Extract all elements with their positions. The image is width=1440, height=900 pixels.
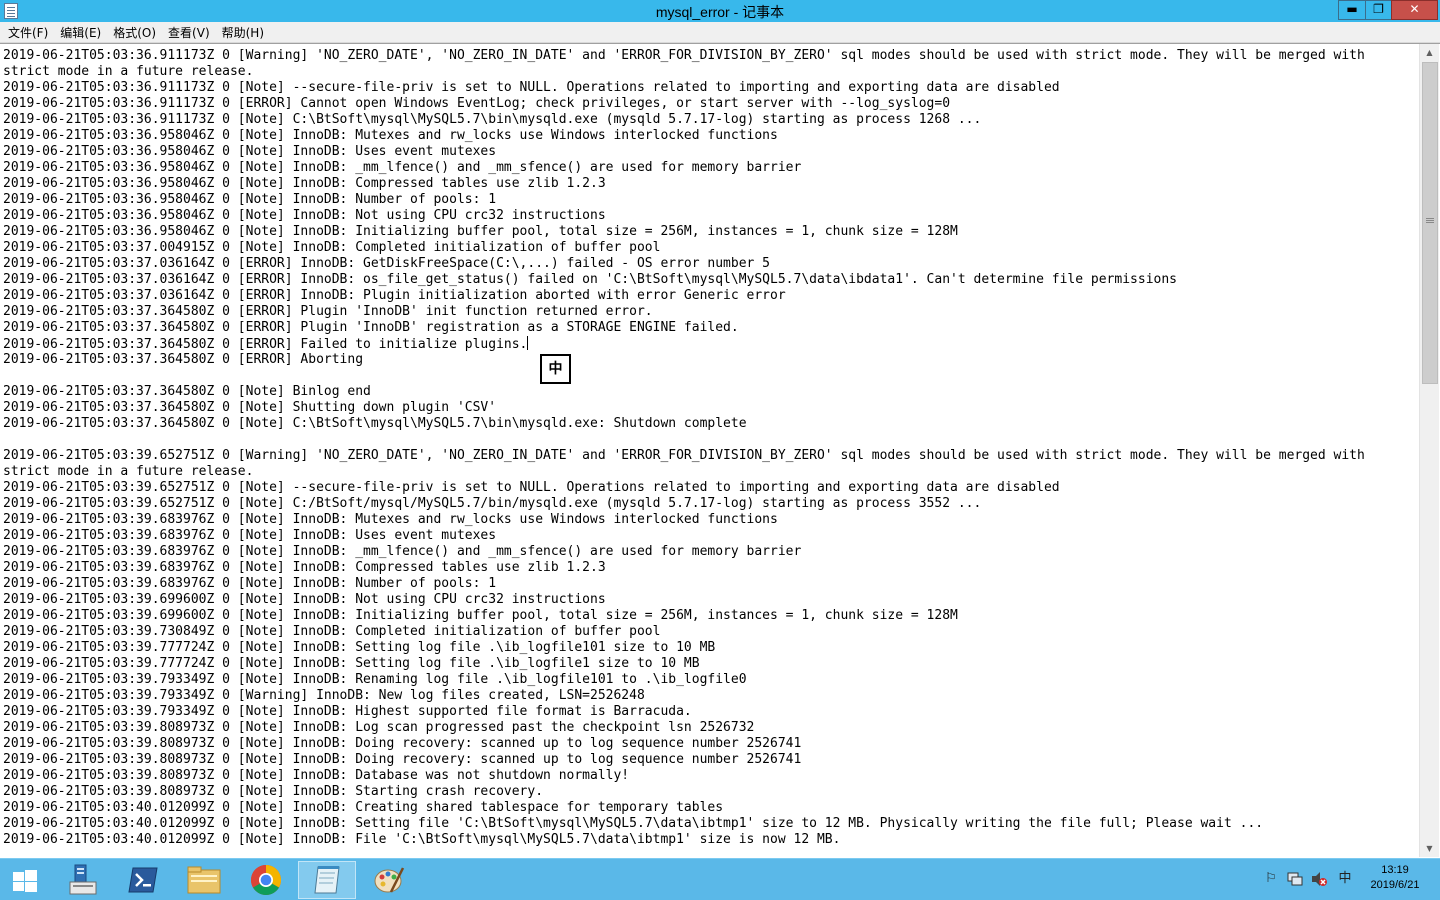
text-line[interactable]: strict mode in a future release. <box>3 64 1415 80</box>
text-line[interactable]: strict mode in a future release. <box>3 464 1415 480</box>
text-line[interactable]: 2019-06-21T05:03:39.652751Z 0 [Note] --s… <box>3 480 1415 496</box>
taskbar-notepad[interactable] <box>298 861 356 899</box>
ime-mode-indicator: 中 <box>540 354 571 384</box>
start-button[interactable] <box>0 861 50 899</box>
text-line[interactable]: 2019-06-21T05:03:39.683976Z 0 [Note] Inn… <box>3 528 1415 544</box>
text-line[interactable]: 2019-06-21T05:03:39.808973Z 0 [Note] Inn… <box>3 736 1415 752</box>
text-line[interactable]: 2019-06-21T05:03:39.808973Z 0 [Note] Inn… <box>3 720 1415 736</box>
text-line[interactable]: 2019-06-21T05:03:37.364580Z 0 [Note] Shu… <box>3 400 1415 416</box>
text-line[interactable]: 2019-06-21T05:03:36.958046Z 0 [Note] Inn… <box>3 160 1415 176</box>
text-content[interactable]: 2019-06-21T05:03:36.911173Z 0 [Warning] … <box>3 48 1415 854</box>
clock-date: 2019/6/21 <box>1370 879 1420 891</box>
menu-file[interactable]: 文件(F) <box>0 23 54 43</box>
editor-area[interactable]: 2019-06-21T05:03:36.911173Z 0 [Warning] … <box>0 43 1440 858</box>
window-title: mysql_error - 记事本 <box>655 4 785 20</box>
notepad-icon <box>314 866 340 894</box>
restore-icon: ❐ <box>1373 2 1384 16</box>
minimize-button[interactable]: ▬ <box>1338 0 1366 20</box>
text-line[interactable]: 2019-06-21T05:03:39.808973Z 0 [Note] Inn… <box>3 784 1415 800</box>
text-line[interactable]: 2019-06-21T05:03:39.808973Z 0 [Note] Inn… <box>3 768 1415 784</box>
chrome-icon <box>250 865 282 896</box>
input-method-indicator[interactable]: 中 <box>1337 871 1353 887</box>
text-line[interactable]: 2019-06-21T05:03:36.911173Z 0 [Warning] … <box>3 48 1415 64</box>
system-clock[interactable]: 13:19 2019/6/21 <box>1358 863 1432 893</box>
taskbar-powershell[interactable] <box>114 861 172 899</box>
text-line[interactable]: 2019-06-21T05:03:39.793349Z 0 [Warning] … <box>3 688 1415 704</box>
text-line[interactable]: 2019-06-21T05:03:36.958046Z 0 [Note] Inn… <box>3 208 1415 224</box>
text-line[interactable]: 2019-06-21T05:03:39.652751Z 0 [Note] C:/… <box>3 496 1415 512</box>
folder-icon <box>187 866 221 894</box>
text-line[interactable] <box>3 432 1415 448</box>
text-line[interactable]: 2019-06-21T05:03:40.012099Z 0 [Note] Inn… <box>3 800 1415 816</box>
text-line[interactable]: 2019-06-21T05:03:39.808973Z 0 [Note] Inn… <box>3 752 1415 768</box>
clock-time: 13:19 <box>1381 864 1409 876</box>
text-line[interactable]: 2019-06-21T05:03:37.004915Z 0 [Note] Inn… <box>3 240 1415 256</box>
close-icon: ✕ <box>1409 2 1420 16</box>
volume-muted-icon[interactable] <box>1311 871 1327 887</box>
text-line[interactable]: 2019-06-21T05:03:39.793349Z 0 [Note] Inn… <box>3 704 1415 720</box>
text-line[interactable]: 2019-06-21T05:03:37.036164Z 0 [ERROR] In… <box>3 272 1415 288</box>
scroll-up-arrow-icon[interactable]: ▲ <box>1420 44 1439 61</box>
menu-help[interactable]: 帮助(H) <box>216 23 270 43</box>
grip-icon <box>1426 218 1434 219</box>
text-line[interactable]: 2019-06-21T05:03:39.699600Z 0 [Note] Inn… <box>3 592 1415 608</box>
text-line[interactable]: 2019-06-21T05:03:36.911173Z 0 [Note] --s… <box>3 80 1415 96</box>
taskbar: ⚐ 中 13:19 2019/6/21 <box>0 858 1440 900</box>
text-line[interactable]: 2019-06-21T05:03:39.683976Z 0 [Note] Inn… <box>3 560 1415 576</box>
paint-palette-icon <box>374 867 405 893</box>
menu-view[interactable]: 查看(V) <box>162 23 216 43</box>
taskbar-file-explorer[interactable] <box>175 861 233 899</box>
menu-edit[interactable]: 编辑(E) <box>54 23 107 43</box>
text-line[interactable]: 2019-06-21T05:03:39.777724Z 0 [Note] Inn… <box>3 656 1415 672</box>
windows-logo-icon <box>13 870 37 892</box>
maximize-button[interactable]: ❐ <box>1365 0 1392 20</box>
text-line[interactable] <box>3 368 1415 384</box>
text-line[interactable]: 2019-06-21T05:03:39.683976Z 0 [Note] Inn… <box>3 576 1415 592</box>
flag-icon[interactable]: ⚐ <box>1263 871 1279 887</box>
text-line[interactable]: 2019-06-21T05:03:39.652751Z 0 [Warning] … <box>3 448 1415 464</box>
text-line[interactable]: 2019-06-21T05:03:37.036164Z 0 [ERROR] In… <box>3 256 1415 272</box>
menu-format[interactable]: 格式(O) <box>107 23 162 43</box>
text-line[interactable]: 2019-06-21T05:03:37.364580Z 0 [Note] Bin… <box>3 384 1415 400</box>
server-manager-icon <box>69 864 97 895</box>
text-line[interactable]: 2019-06-21T05:03:39.793349Z 0 [Note] Inn… <box>3 672 1415 688</box>
text-line[interactable]: 2019-06-21T05:03:36.911173Z 0 [Note] C:\… <box>3 112 1415 128</box>
text-line[interactable]: 2019-06-21T05:03:36.958046Z 0 [Note] Inn… <box>3 224 1415 240</box>
close-button[interactable]: ✕ <box>1391 0 1438 20</box>
text-line[interactable]: 2019-06-21T05:03:36.958046Z 0 [Note] Inn… <box>3 176 1415 192</box>
text-line[interactable]: 2019-06-21T05:03:37.364580Z 0 [ERROR] Fa… <box>3 336 1415 352</box>
powershell-icon <box>128 867 158 893</box>
text-line[interactable]: 2019-06-21T05:03:37.036164Z 0 [ERROR] In… <box>3 288 1415 304</box>
scroll-down-arrow-icon[interactable]: ▼ <box>1420 840 1439 857</box>
text-caret <box>527 336 529 350</box>
text-line[interactable]: 2019-06-21T05:03:36.958046Z 0 [Note] Inn… <box>3 128 1415 144</box>
text-line[interactable]: 2019-06-21T05:03:36.958046Z 0 [Note] Inn… <box>3 192 1415 208</box>
minimize-icon: ▬ <box>1346 2 1358 16</box>
text-line[interactable]: 2019-06-21T05:03:36.958046Z 0 [Note] Inn… <box>3 144 1415 160</box>
taskbar-paint[interactable] <box>360 861 418 899</box>
text-line[interactable]: 2019-06-21T05:03:39.730849Z 0 [Note] Inn… <box>3 624 1415 640</box>
vertical-scrollbar[interactable]: ▲ ▼ <box>1419 44 1439 857</box>
title-bar[interactable]: mysql_error - 记事本 ▬ ❐ ✕ <box>0 0 1440 22</box>
text-line[interactable]: 2019-06-21T05:03:36.911173Z 0 [ERROR] Ca… <box>3 96 1415 112</box>
text-line[interactable]: 2019-06-21T05:03:37.364580Z 0 [ERROR] Pl… <box>3 304 1415 320</box>
menu-bar: 文件(F) 编辑(E) 格式(O) 查看(V) 帮助(H) <box>0 22 1440 43</box>
text-line[interactable]: 2019-06-21T05:03:39.683976Z 0 [Note] Inn… <box>3 544 1415 560</box>
text-line[interactable]: 2019-06-21T05:03:37.364580Z 0 [Note] C:\… <box>3 416 1415 432</box>
text-line[interactable]: 2019-06-21T05:03:37.364580Z 0 [ERROR] Ab… <box>3 352 1415 368</box>
text-line[interactable]: 2019-06-21T05:03:37.364580Z 0 [ERROR] Pl… <box>3 320 1415 336</box>
text-line[interactable]: 2019-06-21T05:03:40.012099Z 0 [Note] Inn… <box>3 832 1415 848</box>
taskbar-chrome[interactable] <box>237 861 295 899</box>
network-icon[interactable] <box>1287 871 1303 887</box>
text-line[interactable]: 2019-06-21T05:03:39.683976Z 0 [Note] Inn… <box>3 512 1415 528</box>
text-line[interactable]: 2019-06-21T05:03:39.777724Z 0 [Note] Inn… <box>3 640 1415 656</box>
scrollbar-thumb[interactable] <box>1422 62 1438 384</box>
text-line[interactable]: 2019-06-21T05:03:39.699600Z 0 [Note] Inn… <box>3 608 1415 624</box>
text-line[interactable]: 2019-06-21T05:03:40.012099Z 0 [Note] Inn… <box>3 816 1415 832</box>
taskbar-server-manager[interactable] <box>54 861 112 899</box>
